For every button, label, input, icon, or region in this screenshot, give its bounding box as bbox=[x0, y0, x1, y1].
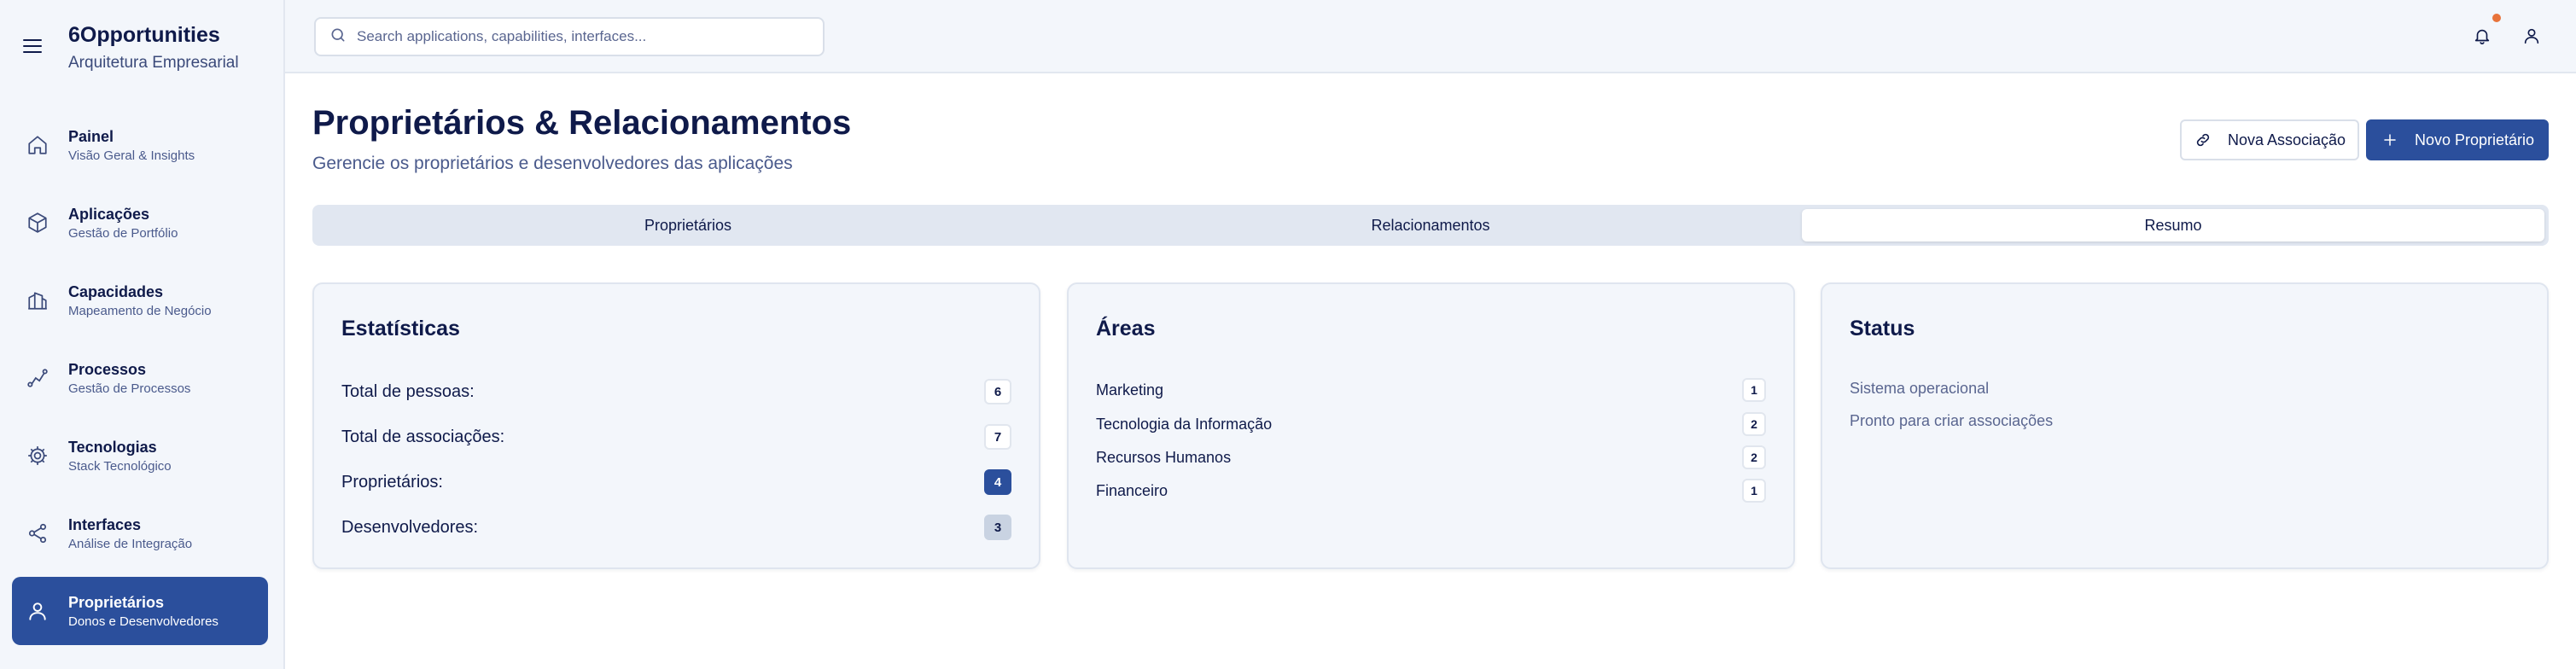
sidebar: 6Opportunities Arquitetura Empresarial P… bbox=[0, 0, 285, 669]
building-icon bbox=[26, 288, 50, 312]
sidebar-item-processos[interactable]: Processos Gestão de Processos bbox=[12, 344, 268, 412]
tabs: Proprietários Relacionamentos Resumo bbox=[312, 205, 2549, 246]
area-row: Recursos Humanos 2 bbox=[1096, 445, 1766, 470]
stat-label: Proprietários: bbox=[341, 472, 443, 492]
stats-card: Estatísticas Total de pessoas: 6 Total d… bbox=[312, 282, 1040, 569]
stat-badge: 7 bbox=[984, 424, 1011, 450]
stat-label: Desenvolvedores: bbox=[341, 517, 479, 537]
bell-icon[interactable] bbox=[2470, 24, 2494, 48]
areas-card: Áreas Marketing 1 Tecnologia da Informaç… bbox=[1067, 282, 1795, 569]
sidebar-item-sublabel: Donos e Desenvolvedores bbox=[68, 614, 219, 629]
sidebar-item-sublabel: Visão Geral & Insights bbox=[68, 148, 195, 163]
cube-icon bbox=[26, 211, 50, 235]
notification-dot bbox=[2492, 14, 2501, 22]
stat-row: Desenvolvedores: 3 bbox=[341, 514, 1011, 541]
stat-label: Total de pessoas: bbox=[341, 381, 475, 401]
stat-badge: 6 bbox=[984, 379, 1011, 404]
status-card-title: Status bbox=[1850, 317, 1915, 340]
home-icon bbox=[26, 133, 50, 157]
search-input[interactable] bbox=[357, 28, 818, 45]
area-badge: 1 bbox=[1742, 378, 1766, 402]
sidebar-item-label: Aplicações bbox=[68, 205, 150, 223]
sidebar-nav: Painel Visão Geral & Insights Aplicações G… bbox=[12, 111, 268, 654]
area-label: Recursos Humanos bbox=[1096, 448, 1232, 466]
area-badge: 2 bbox=[1742, 445, 1766, 469]
sidebar-item-aplicacoes[interactable]: Aplicações Gestão de Portfólio bbox=[12, 189, 268, 257]
sidebar-item-sublabel: Stack Tecnológico bbox=[68, 458, 172, 474]
page-title: Proprietários & Relacionamentos bbox=[312, 104, 852, 142]
brand-title: 6Opportunities bbox=[68, 23, 220, 47]
sidebar-item-painel[interactable]: Painel Visão Geral & Insights bbox=[12, 111, 268, 179]
topbar bbox=[285, 0, 2576, 73]
area-label: Financeiro bbox=[1096, 481, 1169, 499]
sidebar-item-sublabel: Gestão de Portfólio bbox=[68, 225, 178, 241]
search-icon bbox=[329, 26, 347, 48]
area-row: Marketing 1 bbox=[1096, 377, 1766, 403]
plus-icon bbox=[2381, 131, 2399, 149]
stat-label: Total de associações: bbox=[341, 427, 505, 446]
sidebar-item-proprietarios[interactable]: Proprietários Donos e Desenvolvedores bbox=[12, 577, 268, 645]
sidebar-item-label: Painel bbox=[68, 127, 114, 145]
user-icon bbox=[26, 599, 50, 623]
user-icon[interactable] bbox=[2520, 24, 2544, 48]
status-line: Pronto para criar associações bbox=[1850, 412, 2054, 429]
hamburger-menu-icon[interactable] bbox=[20, 34, 44, 58]
stat-badge: 3 bbox=[984, 515, 1011, 540]
new-association-label: Nova Associação bbox=[2227, 131, 2346, 148]
sidebar-item-label: Interfaces bbox=[68, 515, 142, 533]
area-row: Tecnologia da Informação 2 bbox=[1096, 411, 1766, 437]
sidebar-item-sublabel: Análise de Integração bbox=[68, 536, 193, 551]
sidebar-item-capacidades[interactable]: Capacidades Mapeamento de Negócio bbox=[12, 266, 268, 334]
tab-proprietarios[interactable]: Proprietários bbox=[317, 209, 1059, 241]
sidebar-item-label: Capacidades bbox=[68, 282, 164, 300]
status-card: Status Sistema operacional Pronto para c… bbox=[1821, 282, 2549, 569]
new-owner-label: Novo Proprietário bbox=[2414, 131, 2535, 148]
search-box[interactable] bbox=[314, 17, 825, 56]
stat-row: Proprietários: 4 bbox=[341, 468, 1011, 496]
sidebar-item-label: Proprietários bbox=[68, 593, 165, 611]
share-icon bbox=[26, 521, 50, 545]
status-line: Sistema operacional bbox=[1850, 380, 1990, 397]
link-icon bbox=[2194, 131, 2212, 149]
new-owner-button[interactable]: Novo Proprietário bbox=[2366, 119, 2549, 160]
stat-row: Total de pessoas: 6 bbox=[341, 378, 1011, 405]
sidebar-item-interfaces[interactable]: Interfaces Análise de Integração bbox=[12, 499, 268, 567]
sidebar-item-sublabel: Gestão de Processos bbox=[68, 381, 191, 396]
brand-subtitle: Arquitetura Empresarial bbox=[68, 54, 239, 72]
area-label: Marketing bbox=[1096, 381, 1164, 398]
new-association-button[interactable]: Nova Associação bbox=[2180, 119, 2359, 160]
sidebar-item-tecnologias[interactable]: Tecnologias Stack Tecnológico bbox=[12, 422, 268, 490]
area-badge: 2 bbox=[1742, 412, 1766, 436]
area-row: Financeiro 1 bbox=[1096, 478, 1766, 503]
tab-resumo[interactable]: Resumo bbox=[1802, 209, 2544, 241]
areas-card-title: Áreas bbox=[1096, 317, 1156, 340]
area-label: Tecnologia da Informação bbox=[1096, 415, 1273, 433]
stats-card-title: Estatísticas bbox=[341, 317, 460, 340]
sidebar-item-label: Tecnologias bbox=[68, 438, 157, 456]
tab-relacionamentos[interactable]: Relacionamentos bbox=[1059, 209, 1802, 241]
gear-icon bbox=[26, 444, 50, 468]
brand: 6Opportunities Arquitetura Empresarial bbox=[20, 20, 239, 75]
sidebar-item-label: Processos bbox=[68, 360, 147, 378]
stat-badge: 4 bbox=[984, 469, 1011, 495]
page-subtitle: Gerencie os proprietários e desenvolvedo… bbox=[312, 154, 793, 173]
area-badge: 1 bbox=[1742, 479, 1766, 503]
sidebar-item-sublabel: Mapeamento de Negócio bbox=[68, 303, 212, 318]
stat-row: Total de associações: 7 bbox=[341, 423, 1011, 451]
route-icon bbox=[26, 366, 50, 390]
